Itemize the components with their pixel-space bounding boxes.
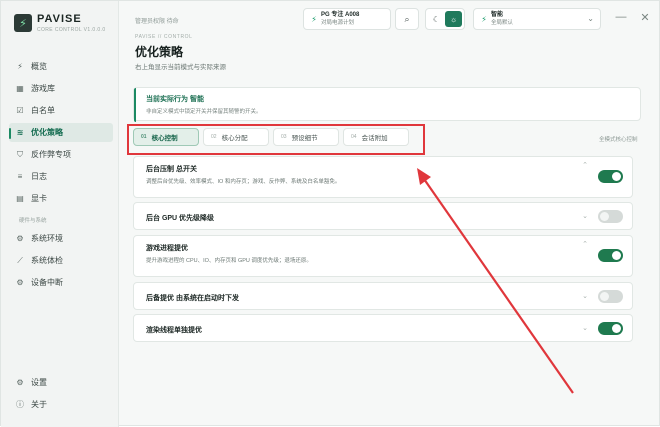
annotation-arrow — [417, 168, 574, 394]
app-window: ⚡ PAVISE CORE CONTROL V1.0.0.0 ⚡ 概览 ▦ 游戏… — [0, 0, 660, 427]
